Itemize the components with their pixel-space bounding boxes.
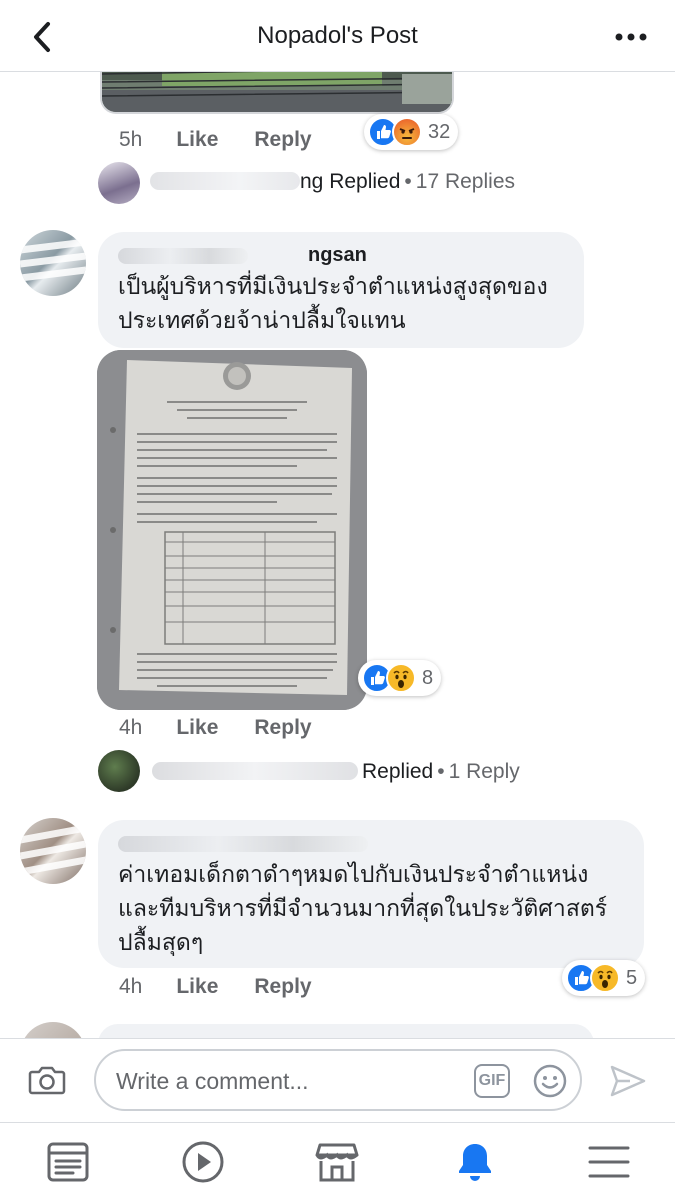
- comment-input-box[interactable]: GIF: [94, 1049, 582, 1111]
- more-horizontal-icon[interactable]: [613, 24, 649, 50]
- avatar[interactable]: [98, 750, 140, 792]
- reaction-count: 32: [428, 120, 451, 143]
- comment-meta: 5h Like Reply: [119, 128, 348, 152]
- comment-meta: 4h Like Reply: [119, 716, 348, 740]
- reply-count[interactable]: 1 Reply: [449, 760, 520, 783]
- wow-icon: [386, 663, 416, 693]
- view-replies-link[interactable]: Replied • 1 Reply: [362, 760, 520, 784]
- comment-author[interactable]: ngsan: [118, 244, 566, 270]
- comment-text: ค่าเทอมเด็กตาดำๆหมดไปกับเงินประจำตำแหน่ง…: [118, 862, 608, 956]
- watch-icon[interactable]: [180, 1139, 226, 1185]
- gif-button[interactable]: GIF: [474, 1064, 510, 1098]
- like-button[interactable]: Like: [176, 128, 218, 151]
- comment-time: 5h: [119, 128, 143, 151]
- view-replies-link[interactable]: ng Replied • 17 Replies: [300, 170, 515, 194]
- bottom-tab-bar: [0, 1122, 675, 1200]
- redacted-name: [150, 172, 300, 190]
- separator: •: [437, 760, 445, 783]
- reply-button[interactable]: Reply: [254, 716, 311, 739]
- avatar[interactable]: [98, 162, 140, 204]
- reaction-summary[interactable]: 5: [562, 960, 646, 996]
- redacted-name: [118, 248, 248, 264]
- notifications-icon[interactable]: [452, 1139, 498, 1185]
- comment-composer: GIF: [0, 1038, 675, 1122]
- avatar[interactable]: [20, 230, 86, 296]
- reply-author-name: Replied: [362, 760, 434, 783]
- wow-icon: [590, 963, 620, 993]
- comment-meta: 4h Like Reply: [119, 975, 348, 999]
- emoji-icon[interactable]: [532, 1063, 568, 1099]
- comment-author[interactable]: [118, 832, 626, 858]
- comments-feed[interactable]: 5h Like Reply 32 ng Replied • 17 Replies ngs…: [0, 72, 675, 1038]
- comment-photo[interactable]: [97, 350, 367, 710]
- marketplace-icon[interactable]: [314, 1139, 360, 1185]
- angry-icon: [392, 117, 422, 147]
- send-icon[interactable]: [608, 1063, 648, 1099]
- like-button[interactable]: Like: [176, 975, 218, 998]
- comment-time: 4h: [119, 716, 143, 739]
- reaction-summary[interactable]: 32: [364, 114, 459, 150]
- redacted-name: [152, 762, 358, 780]
- reaction-count: 5: [626, 966, 638, 989]
- reply-button[interactable]: Reply: [254, 975, 311, 998]
- separator: •: [404, 170, 412, 193]
- author-visible-fragment: ngsan: [308, 244, 367, 266]
- reply-author-name: ng Replied: [300, 170, 401, 193]
- comment-photo[interactable]: [100, 72, 454, 114]
- reply-button[interactable]: Reply: [254, 128, 311, 151]
- camera-icon[interactable]: [28, 1063, 66, 1097]
- redacted-name: [118, 836, 368, 852]
- menu-icon[interactable]: [586, 1139, 632, 1185]
- comment-bubble[interactable]: ค่าเทอมเด็กตาดำๆหมดไปกับเงินประจำตำแหน่ง…: [98, 820, 644, 968]
- like-button[interactable]: Like: [176, 716, 218, 739]
- top-bar: Nopadol's Post: [0, 0, 675, 72]
- reply-count[interactable]: 17 Replies: [416, 170, 515, 193]
- comment-bubble[interactable]: [98, 1024, 594, 1038]
- comment-input[interactable]: [116, 1063, 446, 1099]
- comment-text: เป็นผู้บริหารที่มีเงินประจำตำแหน่งสูงสุด…: [118, 274, 548, 334]
- reaction-summary[interactable]: 8: [358, 660, 442, 696]
- news-feed-icon[interactable]: [45, 1139, 91, 1185]
- avatar[interactable]: [20, 818, 86, 884]
- comment-bubble[interactable]: ngsan เป็นผู้บริหารที่มีเงินประจำตำแหน่ง…: [98, 232, 584, 348]
- reaction-count: 8: [422, 666, 434, 689]
- page-title: Nopadol's Post: [257, 22, 418, 49]
- comment-time: 4h: [119, 975, 143, 998]
- avatar[interactable]: [20, 1022, 86, 1038]
